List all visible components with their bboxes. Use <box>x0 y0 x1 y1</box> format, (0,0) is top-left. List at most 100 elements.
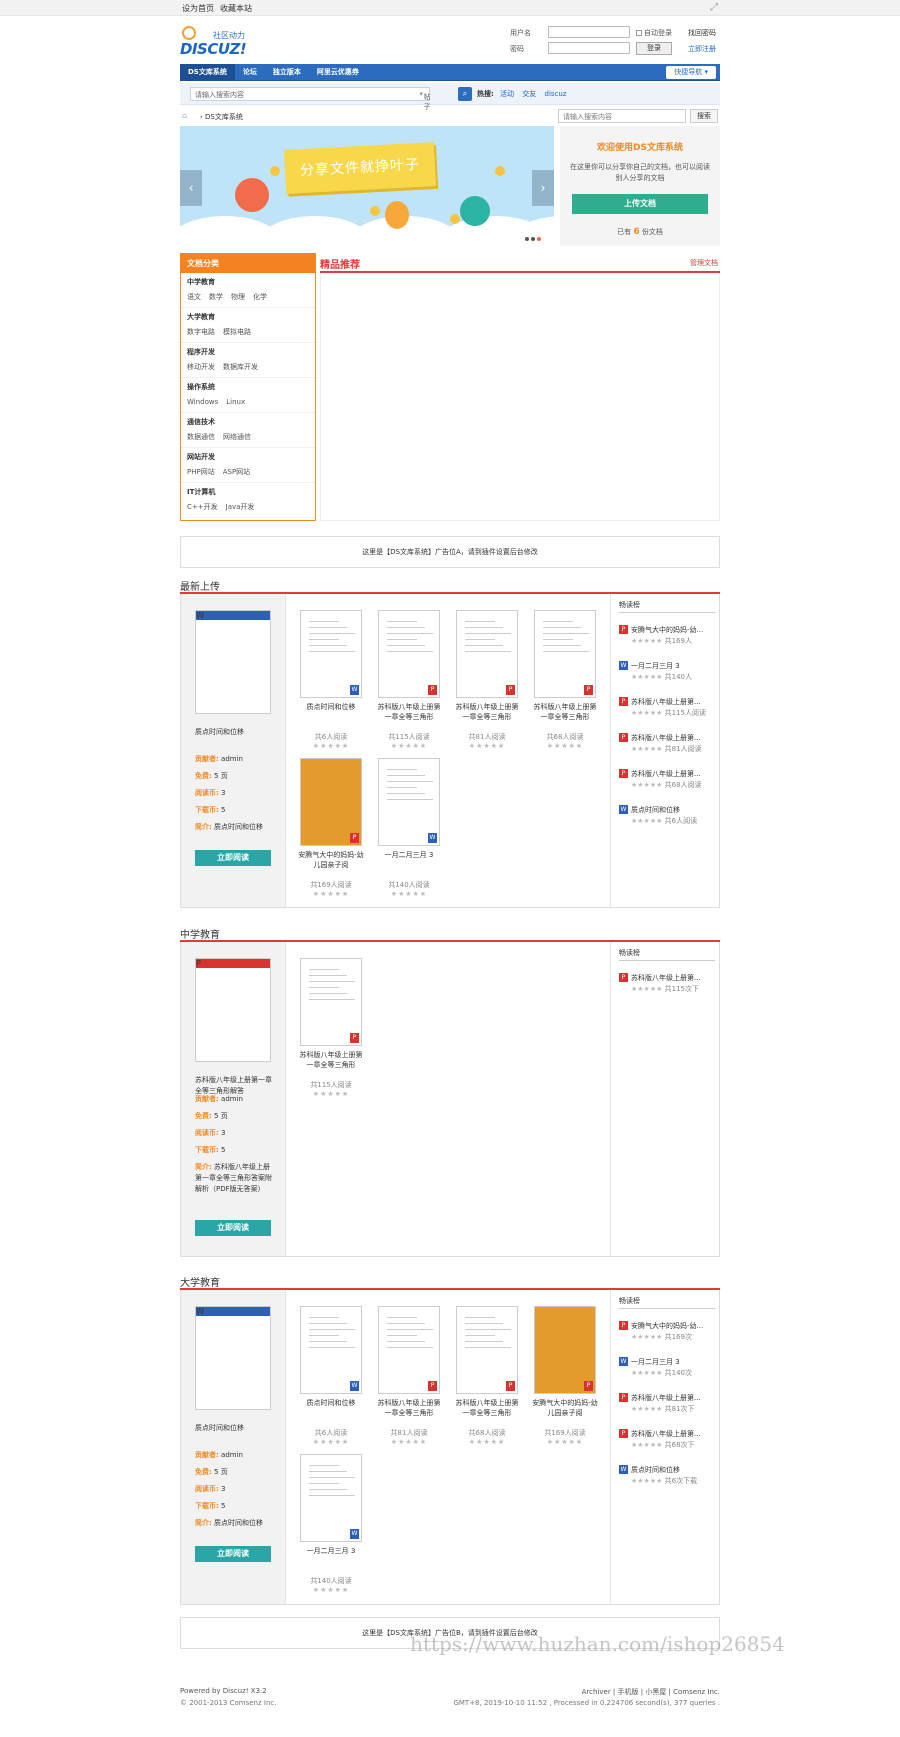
doc-card[interactable]: P 苏科版八年级上册第一章全等三角形 共81人阅读 ★★★★★ <box>454 610 520 750</box>
rank-item-title[interactable]: 苏科版八年级上册第... <box>631 733 719 743</box>
rank-item-title[interactable]: 安腾气大中的妈妈-幼... <box>631 1321 719 1331</box>
logo[interactable]: 社区动力 DISCUZ! <box>180 24 260 58</box>
rank-item-title[interactable]: 苏科版八年级上册第... <box>631 973 719 983</box>
expand-icon[interactable]: ⤢ <box>710 2 718 13</box>
hot-link[interactable]: 交友 <box>522 90 536 98</box>
doc-thumbnail[interactable]: W <box>300 610 362 698</box>
doc-thumbnail[interactable]: W <box>300 1306 362 1394</box>
category-group-title[interactable]: 中学教育 <box>187 277 309 287</box>
category-link[interactable]: 网络通信 <box>223 433 251 441</box>
rank-item-title[interactable]: 苏科版八年级上册第... <box>631 769 719 779</box>
doc-card[interactable]: W 质点时间和位移 共6人阅读 ★★★★★ <box>298 610 364 750</box>
category-group-title[interactable]: 操作系统 <box>187 382 309 392</box>
slider-dots[interactable] <box>525 234 543 243</box>
category-link[interactable]: 物理 <box>231 293 245 301</box>
doc-card[interactable]: W 一月二月三月 3 共140人阅读 ★★★★★ <box>376 758 442 898</box>
rank-item-title[interactable]: 苏科版八年级上册第... <box>631 697 719 707</box>
rank-item[interactable]: W 一月二月三月 3 ★★★★★ 共140人 <box>619 661 715 685</box>
category-link[interactable]: ASP网站 <box>223 468 250 476</box>
rank-item[interactable]: P 苏科版八年级上册第... ★★★★★ 共81人阅读 <box>619 733 715 757</box>
category-group-title[interactable]: 程序开发 <box>187 347 309 357</box>
banner-slider[interactable]: 分享文件就挣叶子 ‹ › <box>180 126 554 246</box>
doc-thumbnail[interactable]: W <box>195 1306 271 1410</box>
rank-item[interactable]: P 安腾气大中的妈妈-幼... ★★★★★ 共169人 <box>619 625 715 649</box>
doc-thumbnail[interactable]: W <box>300 1454 362 1542</box>
category-link[interactable]: PHP网站 <box>187 468 215 476</box>
doc-card[interactable]: P 苏科版八年级上册第一章全等三角形 共81人阅读 ★★★★★ <box>376 1306 442 1446</box>
category-link[interactable]: 数据库开发 <box>223 363 258 371</box>
prev-arrow-icon[interactable]: ‹ <box>180 170 202 206</box>
manage-docs-link[interactable]: 管理文档 <box>690 258 718 268</box>
main-doc-title[interactable]: 质点时间和位移 <box>195 727 275 738</box>
category-link[interactable]: 化学 <box>253 293 267 301</box>
search-input[interactable]: 请输入搜索内容 帖子 ▾ <box>190 87 430 111</box>
category-group-title[interactable]: 大学教育 <box>187 312 309 322</box>
rank-item-title[interactable]: 一月二月三月 3 <box>631 661 719 671</box>
search-icon[interactable]: ⌕ <box>458 87 472 101</box>
doc-thumbnail[interactable]: P <box>195 958 271 1062</box>
rank-item-title[interactable]: 安腾气大中的妈妈-幼... <box>631 625 719 635</box>
rank-item-title[interactable]: 苏科版八年级上册第... <box>631 1429 719 1439</box>
read-now-button[interactable]: 立即阅读 <box>195 850 271 866</box>
rank-item[interactable]: W 一月二月三月 3 ★★★★★ 共140次 <box>619 1357 715 1381</box>
rank-item[interactable]: P 苏科版八年级上册第... ★★★★★ 共115次下 <box>619 973 715 997</box>
doc-thumbnail[interactable]: P <box>300 758 362 846</box>
breadcrumb-current[interactable]: › DS文库系统 <box>200 112 243 122</box>
category-link[interactable]: C++开发 <box>187 503 218 511</box>
nav-item-standalone[interactable]: 独立版本 <box>265 64 309 81</box>
home-icon[interactable]: ⌂ <box>182 111 187 120</box>
favorite-link[interactable]: 收藏本站 <box>220 4 252 13</box>
nav-item-wenku[interactable]: DS文库系统 <box>180 64 235 81</box>
doc-card[interactable]: P 安腾气大中的妈妈-幼儿园亲子阅 共169人阅读 ★★★★★ <box>298 758 364 898</box>
doc-thumbnail[interactable]: P <box>456 1306 518 1394</box>
next-arrow-icon[interactable]: › <box>532 170 554 206</box>
ad-slot-a[interactable]: 这里是【DS文库系统】广告位A，请到插件设置后台修改 <box>180 536 720 568</box>
hot-link[interactable]: 活动 <box>500 90 514 98</box>
rank-item-title[interactable]: 苏科版八年级上册第... <box>631 1393 719 1403</box>
rank-item[interactable]: P 苏科版八年级上册第... ★★★★★ 共115人阅读 <box>619 697 715 721</box>
section-title[interactable]: 中学教育 <box>180 926 720 942</box>
read-now-button[interactable]: 立即阅读 <box>195 1220 271 1236</box>
category-link[interactable]: 数据通信 <box>187 433 215 441</box>
set-home-link[interactable]: 设为首页 <box>182 4 214 13</box>
hot-link[interactable]: discuz <box>545 90 567 98</box>
nav-item-aliyun[interactable]: 阿里云优惠券 <box>309 64 367 81</box>
read-now-button[interactable]: 立即阅读 <box>195 1546 271 1562</box>
search-type-select[interactable]: 帖子 ▾ <box>419 90 430 111</box>
rank-item-title[interactable]: 质点时间和位移 <box>631 805 719 815</box>
site-search-input[interactable]: 请输入搜索内容 <box>558 109 686 123</box>
main-doc-title[interactable]: 质点时间和位移 <box>195 1423 275 1434</box>
quick-nav-button[interactable]: 快捷导航 ▾ <box>666 66 716 79</box>
rank-item-title[interactable]: 质点时间和位移 <box>631 1465 719 1475</box>
doc-card[interactable]: P 苏科版八年级上册第一章全等三角形 共115人阅读 ★★★★★ <box>376 610 442 750</box>
find-password-link[interactable]: 找回密码 <box>688 28 716 38</box>
auto-login-checkbox[interactable]: 自动登录 <box>636 28 672 38</box>
doc-thumbnail[interactable]: P <box>300 958 362 1046</box>
category-link[interactable]: 模拟电路 <box>223 328 251 336</box>
nav-item-forum[interactable]: 论坛 <box>235 64 265 81</box>
rank-item-title[interactable]: 一月二月三月 3 <box>631 1357 719 1367</box>
doc-thumbnail[interactable]: P <box>534 1306 596 1394</box>
doc-card[interactable]: P 苏科版八年级上册第一章全等三角形 共115人阅读 ★★★★★ <box>298 958 364 1098</box>
doc-card[interactable]: W 一月二月三月 3 共140人阅读 ★★★★★ <box>298 1454 364 1594</box>
rank-item[interactable]: W 质点时间和位移 ★★★★★ 共6次下载 <box>619 1465 715 1489</box>
section-title[interactable]: 大学教育 <box>180 1274 720 1290</box>
rank-item[interactable]: W 质点时间和位移 ★★★★★ 共6人阅读 <box>619 805 715 829</box>
category-link[interactable]: Java开发 <box>226 503 255 511</box>
doc-thumbnail[interactable]: P <box>378 1306 440 1394</box>
username-input[interactable] <box>548 26 630 38</box>
doc-thumbnail[interactable]: P <box>378 610 440 698</box>
doc-thumbnail[interactable]: W <box>195 610 271 714</box>
doc-card[interactable]: P 苏科版八年级上册第一章全等三角形 共68人阅读 ★★★★★ <box>454 1306 520 1446</box>
rank-item[interactable]: P 苏科版八年级上册第... ★★★★★ 共68人阅读 <box>619 769 715 793</box>
category-link[interactable]: Linux <box>226 398 245 406</box>
register-link[interactable]: 立即注册 <box>688 44 716 54</box>
category-link[interactable]: 移动开发 <box>187 363 215 371</box>
site-search-button[interactable]: 搜索 <box>690 109 718 123</box>
doc-card[interactable]: W 质点时间和位移 共6人阅读 ★★★★★ <box>298 1306 364 1446</box>
section-title[interactable]: 最新上传 <box>180 578 720 594</box>
category-link[interactable]: 数学 <box>209 293 223 301</box>
category-group-title[interactable]: 通信技术 <box>187 417 309 427</box>
category-group-title[interactable]: 网站开发 <box>187 452 309 462</box>
category-group-title[interactable]: IT计算机 <box>187 487 309 497</box>
